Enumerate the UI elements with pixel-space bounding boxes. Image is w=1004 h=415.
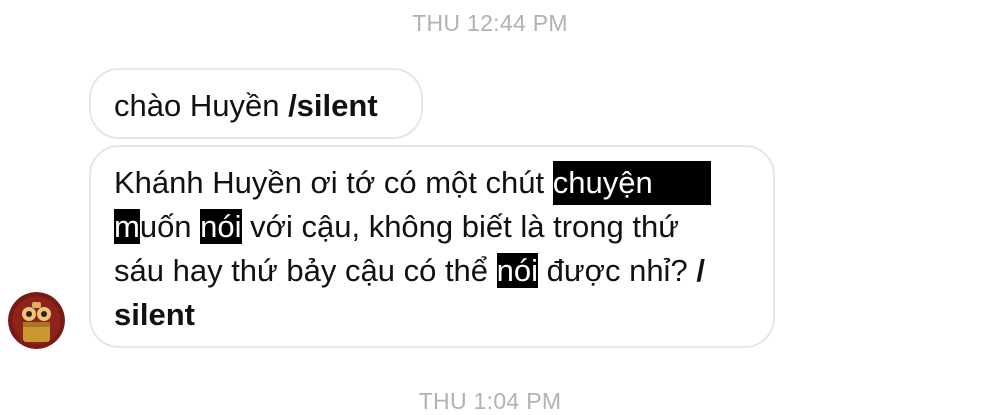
message-text: Khánh Huyền ơi tớ có một chút xyxy=(114,165,553,200)
message-text: được nhỉ? xyxy=(538,253,697,288)
message-bubble-request[interactable]: Khánh Huyền ơi tớ có một chút chuyện muố… xyxy=(89,145,775,348)
highlighted-word: chuyện xyxy=(552,161,711,205)
highlighted-letter: m xyxy=(114,209,140,244)
message-text: chào Huyền xyxy=(114,88,289,123)
timestamp-bottom: THU 1:04 PM xyxy=(418,388,562,414)
silent-command: /silent xyxy=(288,88,378,123)
contact-avatar-icon[interactable] xyxy=(8,292,65,349)
avatar-illustration xyxy=(8,292,65,349)
silent-command-part: / xyxy=(696,253,705,288)
message-line-2: muốn nói với cậu, không biết là trong th… xyxy=(114,205,753,249)
message-text: sáu hay thứ bảy cậu có thể xyxy=(114,253,497,288)
timestamp-top: THU 12:44 PM xyxy=(412,10,568,36)
message-bubble-greeting[interactable]: chào Huyền /silent xyxy=(89,68,423,139)
message-line-3: sáu hay thứ bảy cậu có thể nói được nhỉ?… xyxy=(114,249,753,293)
message-text: uốn xyxy=(139,209,201,244)
highlighted-word: nói xyxy=(496,253,539,288)
silent-command-part: silent xyxy=(114,297,195,332)
highlighted-word: nói xyxy=(200,209,242,244)
message-line-4: silent xyxy=(114,293,753,337)
message-line-1: Khánh Huyền ơi tớ có một chút chuyện xyxy=(114,161,753,205)
message-text: với cậu, không biết là trong thứ xyxy=(241,209,679,244)
